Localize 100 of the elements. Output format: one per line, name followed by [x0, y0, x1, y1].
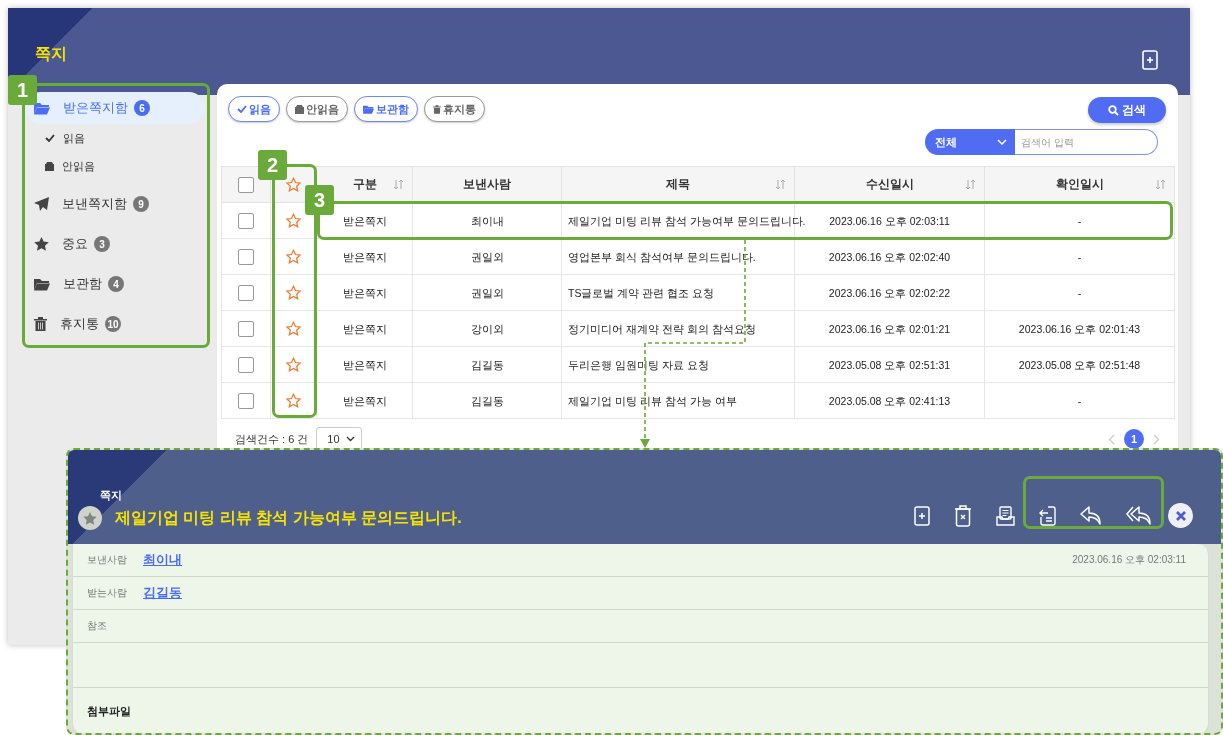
- check-icon: [45, 134, 55, 142]
- star-icon[interactable]: [286, 285, 301, 300]
- next-page-icon[interactable]: [1153, 433, 1160, 445]
- star-icon[interactable]: [286, 393, 301, 408]
- star-icon[interactable]: [286, 213, 301, 228]
- message-title: 제일기업 미팅 리뷰 참석 가능여부 문의드립니다.: [115, 507, 462, 528]
- field-label: 보낸사람: [87, 553, 128, 567]
- select-all-checkbox[interactable]: [238, 176, 254, 193]
- filter-button[interactable]: 읽음: [228, 96, 280, 122]
- chevron-down-icon: [997, 139, 1007, 145]
- reply-all-icon[interactable]: [1126, 506, 1152, 525]
- filter-button[interactable]: 휴지통: [424, 96, 485, 122]
- sidebar-subitem[interactable]: 안읽음: [8, 152, 217, 180]
- table-cell: 받은쪽지: [342, 322, 387, 335]
- table-cell: -: [1077, 394, 1082, 407]
- table-cell: 받은쪽지: [342, 250, 387, 263]
- sidebar-item[interactable]: 중요 3: [25, 228, 205, 260]
- table-cell: 영업본부 회식 참석여부 문의드립니다.: [568, 250, 756, 263]
- count-badge: 10: [105, 316, 121, 332]
- chevron-down-icon: [345, 436, 355, 442]
- table-cell: 받은쪽지: [342, 214, 387, 227]
- search-button[interactable]: 검색: [1088, 97, 1166, 123]
- row-checkbox[interactable]: [238, 320, 254, 337]
- star-icon[interactable]: [286, 249, 301, 264]
- sidebar-item[interactable]: 보관함 4: [25, 268, 205, 300]
- table-cell: 제일기업 미팅 리뷰 참석 가능여부 문의드립니다.: [568, 214, 806, 227]
- count-badge: 4: [108, 276, 124, 292]
- send-icon: [34, 197, 49, 211]
- table-cell: 받은쪽지: [342, 358, 387, 371]
- new-note-icon[interactable]: [1142, 50, 1158, 70]
- callout-number: 2: [258, 150, 287, 180]
- row-checkbox[interactable]: [238, 284, 254, 301]
- sidebar-item[interactable]: 휴지통 10: [25, 308, 205, 340]
- filter-button[interactable]: 안읽음: [286, 96, 348, 122]
- popup-label: 쪽지: [100, 488, 123, 503]
- close-button[interactable]: [1168, 503, 1193, 528]
- app-title: 쪽지: [35, 44, 67, 64]
- table-cell: 두리은행 임원미팅 자료 요청: [568, 358, 709, 371]
- count-badge: 9: [133, 196, 149, 212]
- sort-icon[interactable]: [965, 179, 976, 190]
- forward-icon[interactable]: [1039, 505, 1056, 526]
- table-cell: 2023.06.16 오후 02:02:40: [828, 250, 951, 263]
- column-header[interactable]: 보낸사람: [412, 166, 562, 203]
- check-icon: [237, 105, 247, 113]
- column-header[interactable]: 확인일시: [984, 166, 1175, 203]
- filter-button[interactable]: 보관함: [354, 96, 418, 122]
- star-icon[interactable]: [286, 357, 301, 372]
- row-checkbox[interactable]: [238, 392, 254, 409]
- column-header[interactable]: 수신일시: [794, 166, 985, 203]
- table-cell: 2023.06.16 오후 02:02:22: [828, 286, 951, 299]
- star-icon[interactable]: [286, 321, 301, 336]
- count-badge: 6: [134, 100, 150, 116]
- trash-icon: [433, 104, 441, 114]
- sidebar-item[interactable]: 보낸쪽지함 9: [25, 188, 205, 220]
- contact-link[interactable]: 김길동: [143, 584, 182, 602]
- table-cell: 권일외: [470, 250, 504, 263]
- sort-icon[interactable]: [1155, 179, 1166, 190]
- table-cell: 제일기업 미팅 리뷰 참석 가능 여부: [568, 394, 737, 407]
- table-cell: 2023.06.16 오후 02:01:21: [828, 322, 951, 335]
- table-cell: 권일외: [470, 286, 504, 299]
- table-cell: 2023.05.08 오후 02:41:13: [828, 394, 951, 407]
- trash-icon: [34, 317, 47, 331]
- star-icon: [34, 237, 49, 251]
- table-cell: 받은쪽지: [342, 394, 387, 407]
- result-count: 검색건수 : 6 건: [235, 431, 309, 447]
- folder-icon: [34, 101, 50, 115]
- star-icon[interactable]: [286, 177, 301, 192]
- row-checkbox[interactable]: [238, 212, 254, 229]
- field-label: 참조: [87, 619, 108, 633]
- scope-dropdown[interactable]: 전체: [925, 129, 1015, 155]
- table-cell: 2023.05.08 오후 02:51:31: [828, 358, 951, 371]
- table-cell: 강이외: [470, 322, 504, 335]
- star-icon: [83, 511, 97, 525]
- search-field[interactable]: 검색어 입력: [1015, 129, 1158, 155]
- table-cell: 정기미디어 재계약 전략 회의 참석요청: [568, 322, 756, 335]
- close-icon: [1174, 509, 1187, 522]
- callout-number: 3: [305, 185, 334, 215]
- previous-page-icon[interactable]: [1108, 433, 1115, 445]
- contact-link[interactable]: 최이내: [143, 551, 182, 569]
- row-checkbox[interactable]: [238, 248, 254, 265]
- field-label: 받는사람: [87, 586, 128, 600]
- sidebar-subitem[interactable]: 읽음: [8, 124, 217, 152]
- star-button[interactable]: [78, 506, 102, 530]
- archive-tray-icon[interactable]: [996, 505, 1015, 526]
- reply-icon[interactable]: [1080, 506, 1102, 525]
- page-number[interactable]: 1: [1124, 429, 1144, 449]
- table-cell: 받은쪽지: [342, 286, 387, 299]
- folder-icon: [363, 104, 374, 114]
- row-checkbox[interactable]: [238, 356, 254, 373]
- table-cell: 김길동: [470, 394, 504, 407]
- delete-icon[interactable]: [954, 504, 972, 527]
- sort-icon[interactable]: [393, 179, 404, 190]
- new-note-icon[interactable]: [914, 505, 930, 526]
- count-badge: 3: [94, 236, 110, 252]
- table-cell: 2023.05.08 오후 02:51:48: [1018, 358, 1141, 371]
- search-icon: [1108, 104, 1119, 116]
- sort-icon[interactable]: [775, 179, 786, 190]
- column-header[interactable]: 제목: [561, 166, 795, 203]
- table-cell: 2023.06.16 오후 02:03:11: [829, 214, 950, 227]
- table-cell: -: [1077, 250, 1082, 263]
